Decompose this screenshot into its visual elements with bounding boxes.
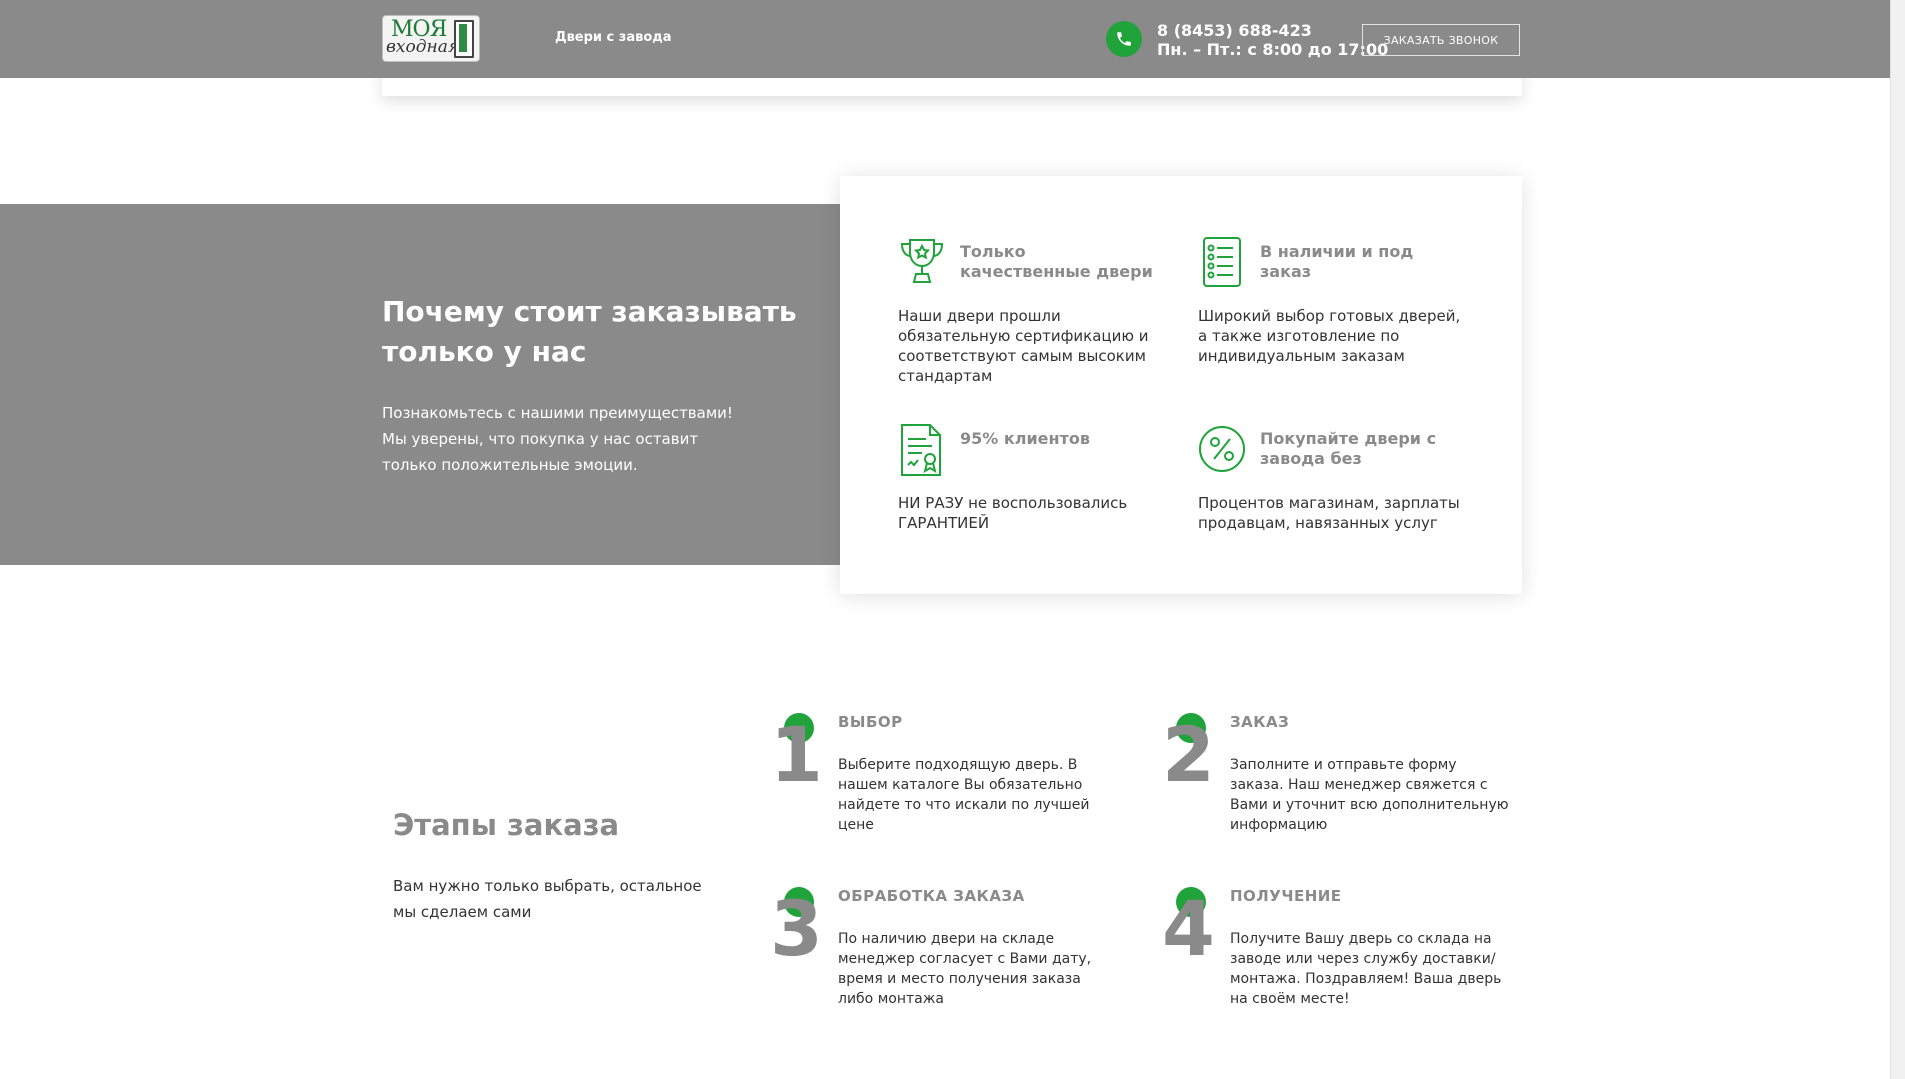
step-3: 3 ОБРАБОТКА ЗАКАЗА По наличию двери на с… bbox=[770, 884, 1091, 1037]
step-text: По наличию двери на складе менеджер согл… bbox=[838, 931, 1092, 1007]
scrollbar[interactable] bbox=[1890, 0, 1905, 1079]
step-text: Заполните и отправьте форму заказа. Наш … bbox=[1230, 757, 1509, 833]
feature-text: Наши двери прошли обязательную сертифика… bbox=[898, 307, 1149, 385]
feature-title: В наличии и под заказ bbox=[1260, 242, 1414, 281]
step-number: 3 bbox=[770, 884, 823, 973]
feature-title: Покупайте двери с завода без bbox=[1260, 429, 1437, 468]
checklist-icon bbox=[1203, 237, 1241, 287]
logo-text-bottom: входная bbox=[386, 37, 460, 57]
phone-icon[interactable] bbox=[1106, 21, 1142, 57]
feature-text: Широкий выбор готовых дверей, а также из… bbox=[1198, 307, 1461, 365]
steps-title: Этапы заказа bbox=[393, 808, 620, 842]
step-number: 1 bbox=[770, 710, 823, 799]
why-description: Познакомьтесь с нашими преимуществами! М… bbox=[382, 404, 733, 474]
advantages-card: Только качественные двери Наши двери про… bbox=[840, 176, 1522, 594]
certificate-icon bbox=[901, 424, 941, 476]
step-text: Получите Вашу дверь со склада на заводе … bbox=[1230, 931, 1502, 1007]
step-title: ПОЛУЧЕНИЕ bbox=[1230, 887, 1342, 905]
site-header: МОЯ входная Двери с завода 8 (8453) 688-… bbox=[0, 0, 1905, 78]
door-icon bbox=[454, 20, 474, 58]
order-call-button[interactable]: ЗАКАЗАТЬ ЗВОНОК bbox=[1362, 24, 1520, 56]
step-2: 2 ЗАКАЗ Заполните и отправьте форму зака… bbox=[1162, 710, 1509, 863]
phone-number[interactable]: 8 (8453) 688-423 bbox=[1157, 21, 1312, 40]
logo[interactable]: МОЯ входная bbox=[382, 15, 480, 62]
feature-title: Только качественные двери bbox=[960, 242, 1153, 281]
step-title: ВЫБОР bbox=[838, 713, 903, 731]
percent-icon bbox=[1199, 426, 1245, 472]
step-number: 2 bbox=[1162, 710, 1215, 799]
step-text: Выберите подходящую дверь. В нашем катал… bbox=[838, 757, 1090, 833]
why-title: Почему стоит заказывать только у нас bbox=[382, 295, 797, 368]
step-title: ОБРАБОТКА ЗАКАЗА bbox=[838, 887, 1025, 905]
step-number: 4 bbox=[1162, 884, 1215, 973]
steps-subtitle: Вам нужно только выбрать, остальное мы с… bbox=[393, 877, 702, 921]
step-1: 1 ВЫБОР Выберите подходящую дверь. В наш… bbox=[770, 710, 1089, 863]
feature-text: Процентов магазинам, зарплаты продавцам,… bbox=[1198, 494, 1460, 532]
feature-text: НИ РАЗУ не воспользовались ГАРАНТИЕЙ bbox=[898, 494, 1128, 532]
working-hours: Пн. – Пт.: с 8:00 до 17:00 bbox=[1157, 40, 1389, 59]
nav-link-factory-doors[interactable]: Двери с завода bbox=[555, 30, 672, 45]
trophy-icon bbox=[900, 239, 944, 283]
step-title: ЗАКАЗ bbox=[1230, 713, 1290, 731]
step-4: 4 ПОЛУЧЕНИЕ Получите Вашу дверь со склад… bbox=[1162, 884, 1501, 1037]
why-section-band bbox=[0, 204, 840, 565]
feature-title: 95% клиентов bbox=[960, 429, 1090, 448]
